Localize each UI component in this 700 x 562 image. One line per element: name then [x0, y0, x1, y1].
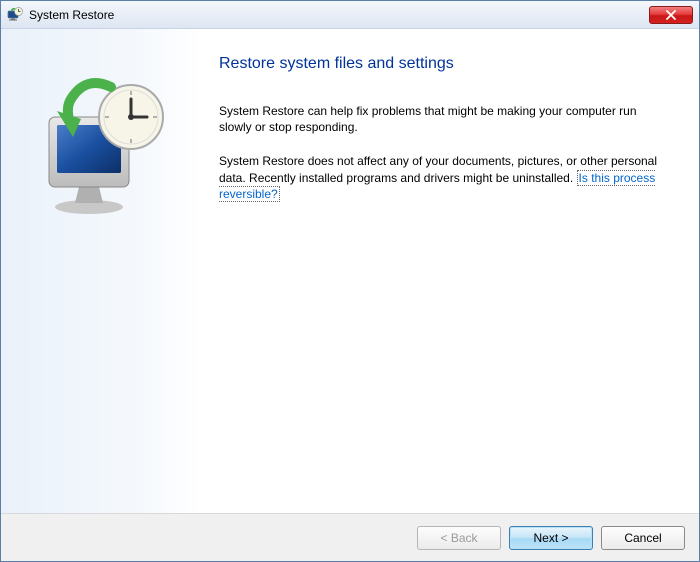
content-area: Restore system files and settings System…	[1, 29, 699, 513]
page-heading: Restore system files and settings	[219, 55, 671, 73]
next-button[interactable]: Next >	[509, 526, 593, 550]
system-restore-dialog: System Restore	[0, 0, 700, 562]
close-button[interactable]	[649, 6, 693, 24]
detail-paragraph: System Restore does not affect any of yo…	[219, 153, 671, 202]
intro-paragraph: System Restore can help fix problems tha…	[219, 103, 671, 135]
window-title: System Restore	[29, 8, 649, 22]
system-restore-icon	[7, 7, 23, 23]
wizard-footer: < Back Next > Cancel	[1, 513, 699, 561]
back-button: < Back	[417, 526, 501, 550]
cancel-button[interactable]: Cancel	[601, 526, 685, 550]
titlebar: System Restore	[1, 1, 699, 29]
illustration-pane	[1, 29, 201, 513]
restore-monitor-clock-icon	[31, 69, 171, 219]
main-pane: Restore system files and settings System…	[201, 29, 699, 513]
